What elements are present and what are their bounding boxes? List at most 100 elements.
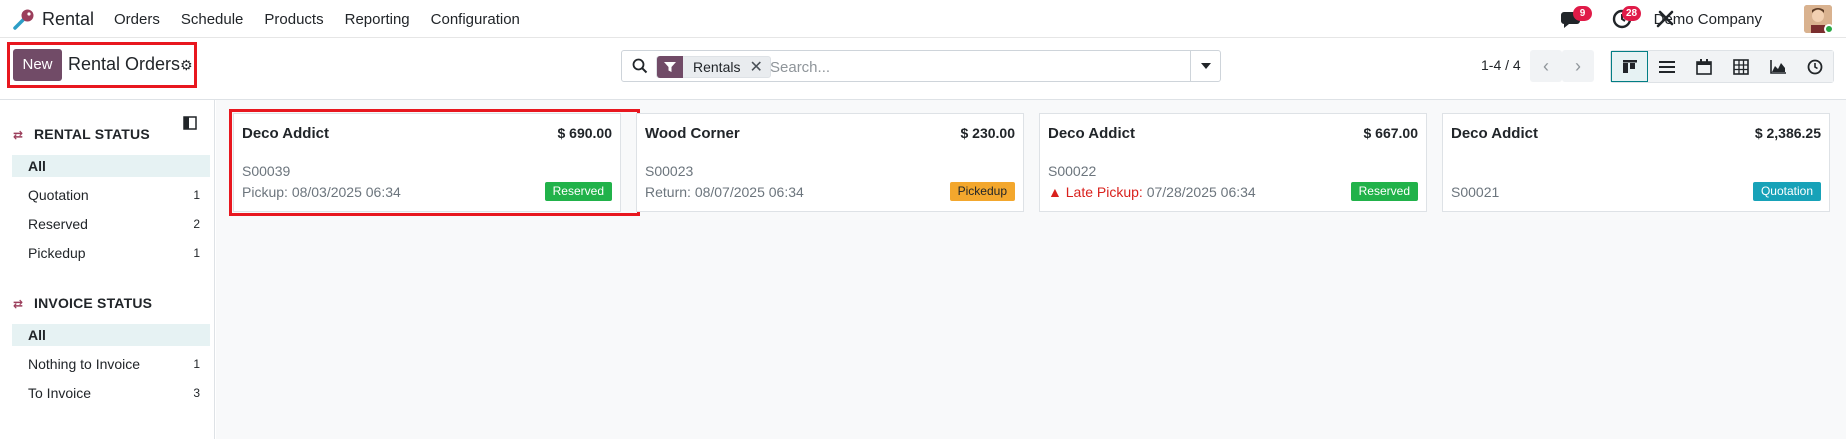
facet-label: Rentals <box>693 59 741 75</box>
rental-status-title: RENTAL STATUS <box>34 126 150 142</box>
card-reference: S00039 <box>242 163 291 179</box>
kanban-icon <box>1622 59 1637 73</box>
status-badge: Pickedup <box>949 182 1015 201</box>
list-item-label: Pickedup <box>28 245 86 261</box>
list-item-label: All <box>28 327 46 343</box>
status-icon: ⇄ <box>13 128 24 142</box>
status-badge: Quotation <box>1752 182 1821 201</box>
invoice-status-all[interactable]: All <box>12 324 210 346</box>
list-view-button[interactable] <box>1648 51 1685 82</box>
pager-value[interactable]: 1-4 / 4 <box>1481 57 1521 73</box>
card-customer: Deco Addict <box>1048 125 1135 142</box>
list-icon <box>1658 60 1675 73</box>
card-date-line: Pickup: 08/03/2025 06:34 <box>242 184 401 200</box>
kanban-card[interactable]: Deco Addict $ 2,386.25 S00021 Quotation <box>1442 113 1830 212</box>
gear-icon[interactable]: ⚙ <box>180 57 193 74</box>
area-chart-icon <box>1769 59 1786 74</box>
messages-badge: 9 <box>1573 6 1592 21</box>
pager-previous-button[interactable]: ‹ <box>1530 50 1562 82</box>
card-amount: $ 2,386.25 <box>1754 125 1821 141</box>
kanban-view: Deco Addict $ 690.00 S00039 Pickup: 08/0… <box>216 100 1846 439</box>
rental-status-header: ⇄ RENTAL STATUS <box>13 126 150 142</box>
menu-configuration[interactable]: Configuration <box>431 11 520 28</box>
card-customer: Deco Addict <box>1451 125 1538 142</box>
pivot-view-button[interactable] <box>1722 51 1759 82</box>
search-icon[interactable] <box>632 58 648 74</box>
card-date: 08/07/2025 06:34 <box>694 184 804 200</box>
calendar-icon <box>1695 58 1712 75</box>
list-item-label: Nothing to Invoice <box>28 356 141 372</box>
list-item-count: 3 <box>193 386 200 400</box>
card-date-label: Late Pickup: <box>1065 184 1143 200</box>
status-badge: Reserved <box>1350 182 1418 201</box>
card-date-line: ▲ Late Pickup: 07/28/2025 06:34 <box>1048 184 1256 200</box>
search-panel: ⇄ RENTAL STATUS All Quotation 1 Reserved 2 … <box>0 100 215 439</box>
caret-down-icon <box>1200 63 1211 69</box>
list-item-label: All <box>28 158 46 174</box>
online-status-dot <box>1824 24 1834 34</box>
card-date: 07/28/2025 06:34 <box>1146 184 1256 200</box>
status-icon: ⇄ <box>13 297 24 311</box>
kanban-view-button[interactable] <box>1611 51 1648 82</box>
activity-view-button[interactable] <box>1796 51 1833 82</box>
invoice-status-header: ⇄ INVOICE STATUS <box>13 295 152 311</box>
list-item-label: Quotation <box>28 187 89 203</box>
activities-badge: 28 <box>1622 6 1642 21</box>
calendar-view-button[interactable] <box>1685 51 1722 82</box>
list-item-count: 1 <box>193 246 200 260</box>
new-button[interactable]: New <box>13 49 62 81</box>
top-navbar: Rental Orders Schedule Products Reportin… <box>0 0 1846 38</box>
kanban-card[interactable]: Deco Addict $ 667.00 S00022 ▲ Late Picku… <box>1039 113 1427 212</box>
company-switcher[interactable]: Demo Company <box>1654 11 1762 28</box>
card-amount: $ 690.00 <box>557 125 613 141</box>
warning-icon: ▲ <box>1048 184 1062 200</box>
app-name[interactable]: Rental <box>42 9 94 30</box>
card-amount: $ 230.00 <box>960 125 1016 141</box>
sidebar-toggle-icon[interactable] <box>183 116 197 130</box>
rental-status-all[interactable]: All <box>12 155 210 177</box>
search-options-toggle[interactable] <box>1190 51 1220 81</box>
search-input[interactable] <box>770 56 1150 78</box>
card-date-line: Return: 08/07/2025 06:34 <box>645 184 804 200</box>
search-bar: Rentals ✕ <box>621 50 1221 82</box>
card-date-label: Pickup: <box>242 184 288 200</box>
menu-reporting[interactable]: Reporting <box>345 11 410 28</box>
invoice-status-title: INVOICE STATUS <box>34 295 153 311</box>
status-badge: Reserved <box>544 182 612 201</box>
invoice-status-nothing[interactable]: Nothing to Invoice 1 <box>12 353 210 375</box>
search-facet[interactable]: Rentals ✕ <box>656 56 771 78</box>
list-item-count: 2 <box>193 217 200 231</box>
rental-status-pickedup[interactable]: Pickedup 1 <box>12 242 210 264</box>
rental-status-reserved[interactable]: Reserved 2 <box>12 213 210 235</box>
menu-products[interactable]: Products <box>264 11 323 28</box>
rental-app-icon[interactable] <box>12 7 36 31</box>
card-reference: S00022 <box>1048 163 1097 179</box>
card-customer: Wood Corner <box>645 125 740 142</box>
card-date: 08/03/2025 06:34 <box>291 184 401 200</box>
pager-next-button[interactable]: › <box>1562 50 1594 82</box>
menu-orders[interactable]: Orders <box>114 11 160 28</box>
graph-view-button[interactable] <box>1759 51 1796 82</box>
invoice-status-to-invoice[interactable]: To Invoice 3 <box>12 382 210 404</box>
card-reference: S00023 <box>645 163 694 179</box>
card-reference: S00021 <box>1451 184 1500 200</box>
pivot-table-icon <box>1732 58 1749 75</box>
list-item-count: 1 <box>193 188 200 202</box>
menu-schedule[interactable]: Schedule <box>181 11 244 28</box>
main-menu: Orders Schedule Products Reporting Confi… <box>114 11 541 28</box>
card-amount: $ 667.00 <box>1363 125 1419 141</box>
list-item-label: To Invoice <box>28 385 92 401</box>
list-item-label: Reserved <box>28 216 88 232</box>
kanban-card[interactable]: Deco Addict $ 690.00 S00039 Pickup: 08/0… <box>233 113 621 212</box>
view-switcher <box>1610 50 1834 83</box>
card-date-label: Return: <box>645 184 691 200</box>
rental-status-quotation[interactable]: Quotation 1 <box>12 184 210 206</box>
card-customer: Deco Addict <box>242 125 329 142</box>
clock-icon <box>1807 59 1822 74</box>
filter-icon <box>657 56 683 78</box>
kanban-card[interactable]: Wood Corner $ 230.00 S00023 Return: 08/0… <box>636 113 1024 212</box>
control-panel: New Rental Orders ⚙ Rentals ✕ 1-4 / 4 ‹ … <box>0 38 1846 100</box>
page-title: Rental Orders <box>68 54 181 74</box>
list-item-count: 1 <box>193 357 200 371</box>
facet-remove-icon[interactable]: ✕ <box>749 57 769 77</box>
